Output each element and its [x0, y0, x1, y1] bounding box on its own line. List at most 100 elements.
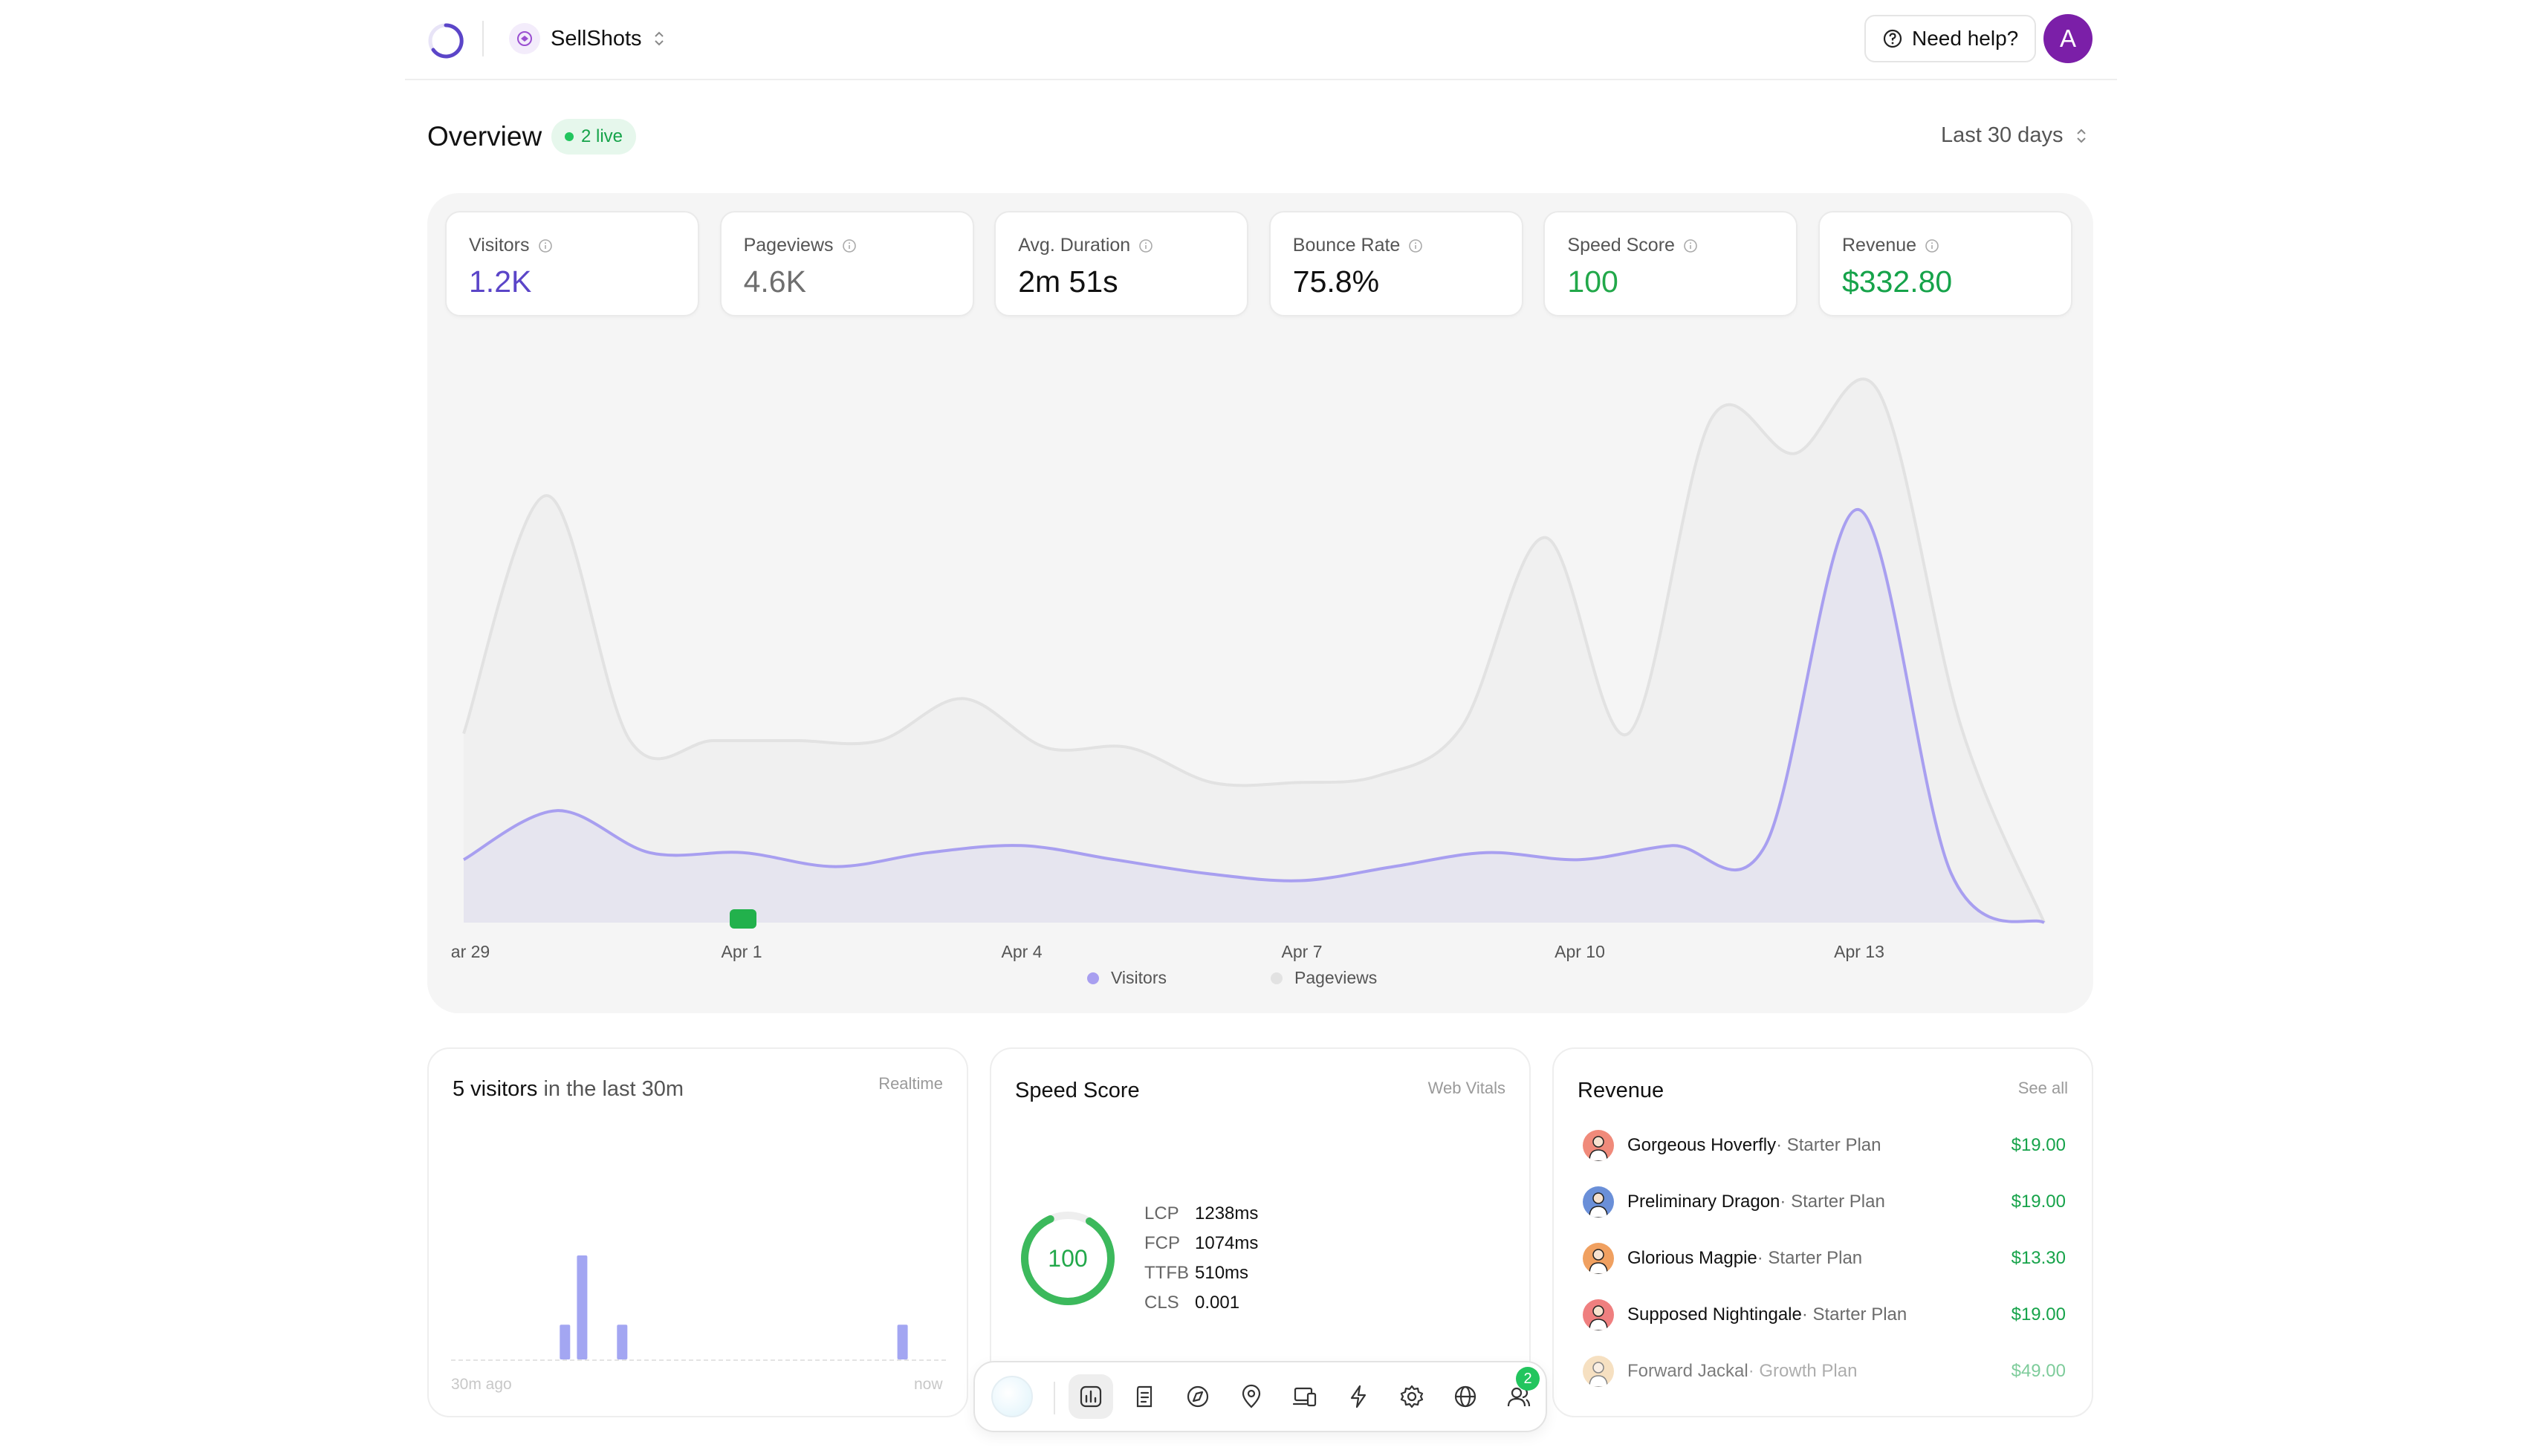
date-range-label: Last 30 days [1941, 123, 2064, 147]
location-icon [1242, 1384, 1261, 1408]
chevron-updown-icon [654, 31, 664, 46]
realtime-bar[interactable] [617, 1325, 628, 1359]
realtime-title: 5 visitors in the last 30m [453, 1077, 684, 1102]
x-tick-label: Apr 13 [1834, 942, 1884, 961]
customer-plan: · Growth Plan [1748, 1361, 1858, 1381]
vital-row-lcp: LCP 1238ms [1144, 1199, 1258, 1229]
vital-row-fcp: FCP 1074ms [1144, 1229, 1258, 1258]
speed-gauge-value: 100 [1048, 1244, 1088, 1272]
revenue-row[interactable]: Supposed Nightingale · Starter Plan $19.0… [1583, 1287, 2066, 1343]
legend-pageviews-label: Pageviews [1294, 968, 1378, 987]
customer-plan: · Starter Plan [1801, 1304, 1907, 1325]
revenue-amount: $19.00 [2011, 1135, 2066, 1155]
customer-name: Supposed Nightingale [1627, 1304, 1802, 1325]
customer-avatar-icon [1583, 1130, 1614, 1161]
overview-chart [462, 377, 2046, 929]
live-badge-label: 2 live [581, 126, 623, 146]
customer-name: Glorious Magpie [1627, 1248, 1757, 1268]
realtime-link[interactable]: Realtime [878, 1074, 943, 1093]
revenue-row[interactable]: Glorious Magpie · Starter Plan $13.30 [1583, 1230, 2066, 1287]
customer-avatar-icon [1583, 1299, 1614, 1330]
web-vitals-list: LCP 1238ms FCP 1074ms TTFB 510ms CLS 0.001 [1144, 1199, 1258, 1318]
live-dot-icon [565, 132, 574, 141]
overview-panel: Visitors 1.2K Pageviews 4.6K Avg. Duration 2m… [427, 193, 2093, 1013]
dock-referrers[interactable] [1176, 1374, 1220, 1419]
legend-pageviews-dot [1271, 972, 1283, 984]
vital-key: LCP [1144, 1203, 1179, 1223]
project-name: SellShots [551, 26, 642, 51]
x-tick-label: Apr 7 [1281, 942, 1323, 961]
header-divider [482, 21, 484, 56]
globe-icon [1454, 1385, 1476, 1408]
x-tick-label: ar 29 [450, 942, 490, 961]
revenue-row[interactable]: Preliminary Dragon · Starter Plan $19.00 [1583, 1174, 2066, 1230]
users-notification-badge: 2 [1516, 1367, 1540, 1391]
vital-value: 1074ms [1195, 1233, 1259, 1253]
legend-visitors-label: Visitors [1111, 968, 1167, 987]
question-icon [1883, 29, 1902, 48]
devices-icon [1292, 1387, 1317, 1407]
customer-avatar-icon [1583, 1356, 1614, 1387]
web-vitals-link[interactable]: Web Vitals [1428, 1079, 1505, 1098]
pages-icon [1136, 1385, 1153, 1408]
speed-score-title: Speed Score [1015, 1079, 1140, 1102]
vital-row-cls: CLS 0.001 [1144, 1288, 1258, 1318]
legend-pageviews[interactable]: Pageviews [1271, 968, 1377, 988]
dock-divider [1054, 1382, 1055, 1414]
customer-name: Gorgeous Hoverfly [1627, 1135, 1777, 1155]
project-icon [509, 23, 540, 54]
revenue-marker[interactable] [730, 909, 756, 929]
date-range-select[interactable]: Last 30 days [1941, 123, 2088, 148]
dock-settings[interactable] [1390, 1374, 1434, 1419]
help-button[interactable]: Need help? [1864, 15, 2037, 62]
legend-visitors[interactable]: Visitors [1087, 968, 1167, 988]
settings-icon [1400, 1385, 1424, 1408]
customer-avatar-icon [1583, 1186, 1614, 1218]
status-orb-icon [991, 1376, 1033, 1417]
revenue-title: Revenue [1578, 1079, 1664, 1102]
x-tick-label: Apr 4 [1001, 942, 1043, 961]
customer-name: Forward Jackal [1627, 1361, 1748, 1381]
analytics-icon [1080, 1385, 1102, 1408]
logo-icon[interactable] [427, 22, 464, 59]
customer-plan: · Starter Plan [1780, 1192, 1885, 1212]
realtime-count: 5 visitors [453, 1077, 538, 1101]
revenue-amount: $49.00 [2011, 1361, 2066, 1381]
customer-plan: · Starter Plan [1757, 1248, 1863, 1268]
dock-status-orb[interactable] [990, 1374, 1034, 1419]
x-tick-label: Apr 1 [721, 942, 762, 961]
revenue-amount: $19.00 [2011, 1304, 2066, 1325]
x-tick-label: Apr 10 [1555, 942, 1605, 961]
dock-events[interactable] [1336, 1374, 1381, 1419]
dock-pages[interactable] [1122, 1374, 1167, 1419]
realtime-bars [560, 1255, 908, 1359]
dock-locations[interactable] [1229, 1374, 1274, 1419]
vital-key: FCP [1144, 1233, 1180, 1253]
see-all-link[interactable]: See all [2018, 1079, 2068, 1098]
events-icon [1350, 1385, 1367, 1408]
revenue-row[interactable]: Forward Jackal · Growth Plan $49.00 [1583, 1343, 2066, 1400]
user-avatar[interactable]: A [2043, 14, 2093, 63]
realtime-bar[interactable] [577, 1255, 588, 1359]
vital-key: CLS [1144, 1293, 1179, 1313]
chevron-updown-icon [2077, 129, 2087, 143]
live-badge[interactable]: 2 live [551, 119, 637, 155]
customer-plan: · Starter Plan [1776, 1135, 1881, 1155]
revenue-amount: $19.00 [2011, 1192, 2066, 1212]
revenue-amount: $13.30 [2011, 1248, 2066, 1268]
realtime-end-label: now [914, 1376, 943, 1393]
dock-devices[interactable] [1283, 1374, 1327, 1419]
project-switcher[interactable]: SellShots [509, 21, 666, 56]
revenue-row[interactable]: Gorgeous Hoverfly · Starter Plan $19.00 [1583, 1117, 2066, 1174]
realtime-bar[interactable] [560, 1325, 571, 1359]
help-label: Need help? [1912, 27, 2019, 50]
vital-value: 1238ms [1195, 1203, 1259, 1223]
bottom-dock [973, 1361, 1547, 1432]
customer-name: Preliminary Dragon [1627, 1192, 1780, 1212]
referrer-icon [1187, 1385, 1209, 1408]
dock-analytics[interactable] [1069, 1374, 1113, 1419]
realtime-bar[interactable] [897, 1325, 908, 1359]
customer-avatar-icon [1583, 1243, 1614, 1274]
dock-globe[interactable] [1443, 1374, 1488, 1419]
vital-value: 0.001 [1195, 1293, 1240, 1313]
